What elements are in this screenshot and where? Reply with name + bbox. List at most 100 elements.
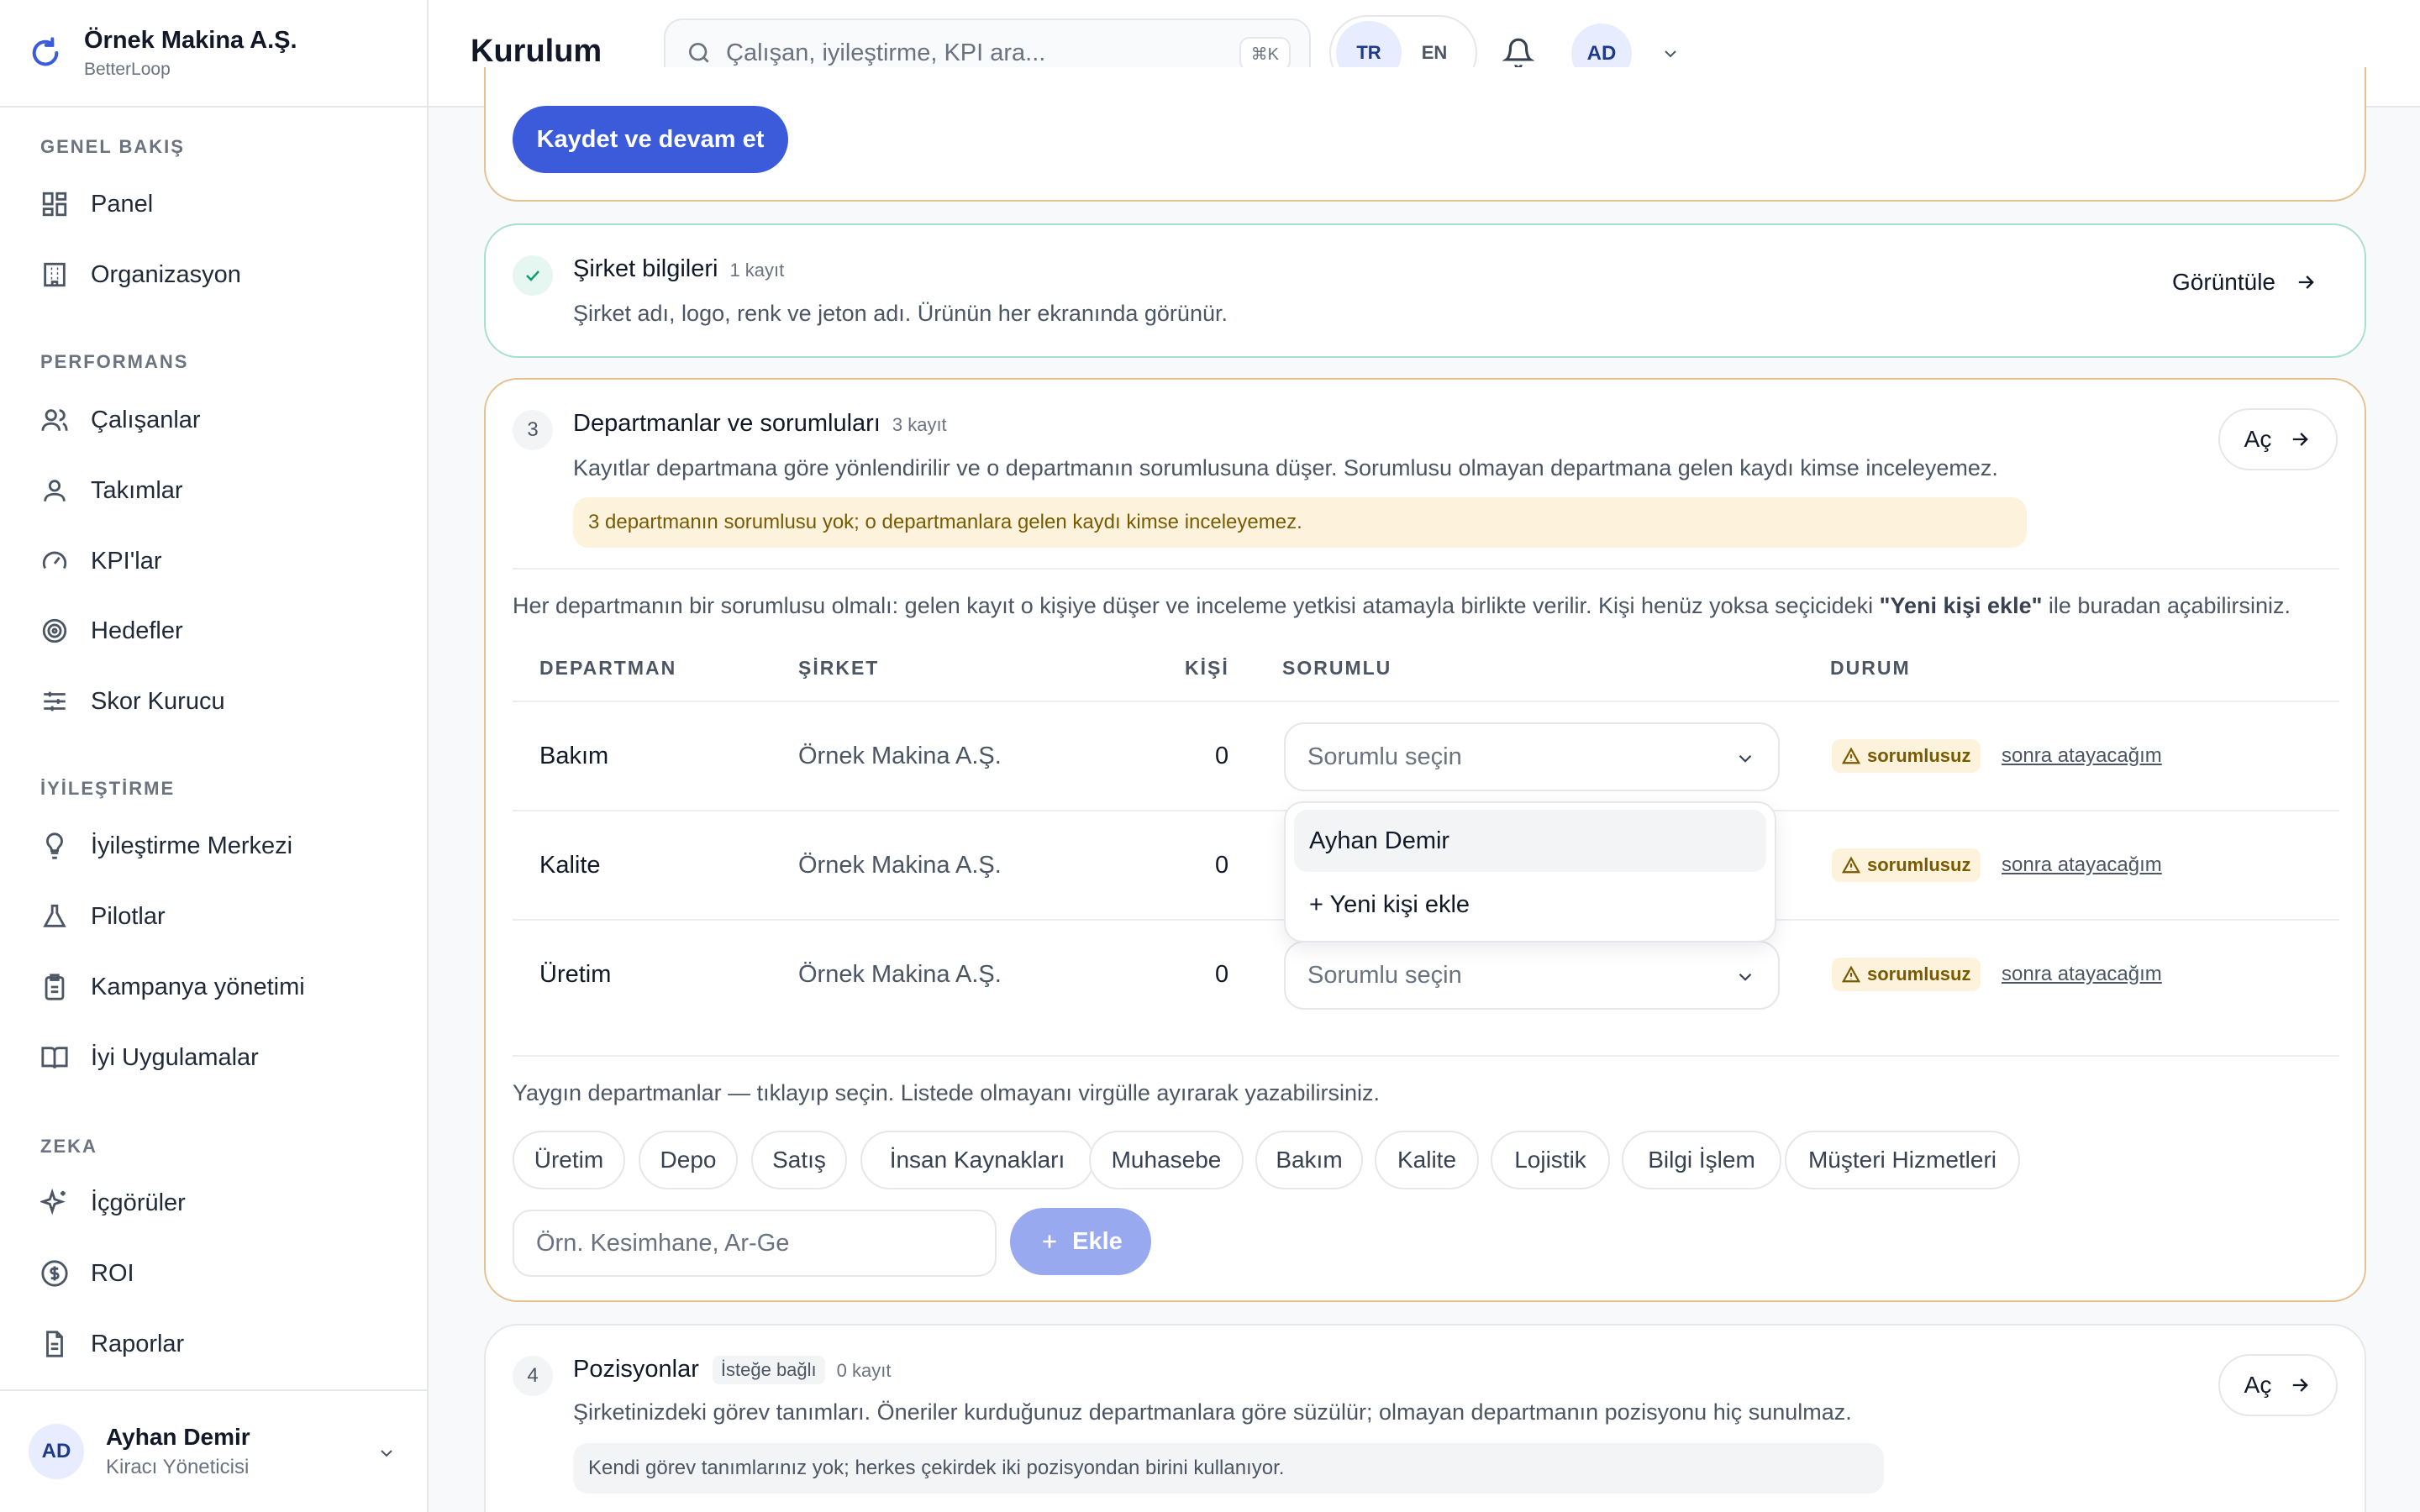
sidebar-item-label: İyi Uygulamalar: [91, 1043, 259, 1071]
sidebar-item-panel[interactable]: Panel: [40, 183, 153, 225]
target-icon: [42, 618, 67, 643]
owner-select[interactable]: Sorumlu seçin: [1284, 941, 1780, 1010]
custom-department-input[interactable]: Örn. Kesimhane, Ar-Ge: [513, 1210, 997, 1277]
chip-department[interactable]: Kalite: [1375, 1131, 1479, 1189]
sidebar-item-insights[interactable]: İçgörüler: [40, 1182, 186, 1224]
open-button[interactable]: Aç: [2218, 1354, 2338, 1416]
user-menu[interactable]: AD Ayhan Demir Kiracı Yöneticisi: [0, 1389, 427, 1512]
search-icon: [689, 43, 709, 63]
dept-company: Örnek Makina A.Ş.: [798, 852, 1002, 879]
sidebar-item-reports[interactable]: Raporlar: [40, 1323, 184, 1365]
sidebar-item-label: İyileştirme Merkezi: [91, 832, 293, 859]
dept-company: Örnek Makina A.Ş.: [798, 743, 1002, 769]
assign-later-link[interactable]: sonra atayacağım: [2002, 963, 2162, 986]
sidebar-item-organization[interactable]: Organizasyon: [40, 254, 241, 296]
sidebar-item-goals[interactable]: Hedefler: [40, 610, 183, 652]
grid-icon: [42, 192, 67, 217]
sidebar-item-kpis[interactable]: KPI'lar: [40, 540, 162, 582]
book-icon: [41, 1047, 68, 1069]
chip-department[interactable]: Müşteri Hizmetleri: [1785, 1131, 2020, 1189]
arrow-right-icon: [2293, 1378, 2309, 1392]
chevron-down-icon: [1739, 754, 1752, 763]
record-count: 3 kayıt: [892, 414, 947, 435]
sidebar-item-teams[interactable]: Takımlar: [40, 470, 183, 512]
sidebar-item-label: Organizasyon: [91, 260, 241, 288]
sidebar-item-label: Çalışanlar: [91, 406, 201, 433]
sidebar-item-improvement-center[interactable]: İyileştirme Merkezi: [40, 825, 292, 867]
column-header: DURUM: [1830, 657, 1911, 679]
owner-select[interactable]: Sorumlu seçin: [1284, 722, 1780, 791]
column-header: SORUMLU: [1282, 657, 1392, 679]
dollar-icon: [41, 1260, 68, 1287]
open-button[interactable]: Aç: [2218, 408, 2338, 470]
warning-banner: 3 departmanın sorumlusu yok; o departman…: [573, 497, 2027, 548]
warning-icon: [1842, 747, 1860, 764]
nav-section-performance: PERFORMANS: [40, 351, 189, 372]
step-number: 3: [513, 410, 553, 450]
card-title: Pozisyonlar İsteğe bağlı 0 kayıt: [573, 1356, 892, 1385]
previous-step-card: Kaydet ve devam et: [484, 67, 2366, 202]
chip-department[interactable]: Satış: [751, 1131, 847, 1189]
chip-department[interactable]: Muhasebe: [1089, 1131, 1244, 1189]
brand[interactable]: Örnek Makina A.Ş. BetterLoop: [0, 0, 427, 108]
sidebar-item-label: KPI'lar: [91, 547, 162, 575]
card-title: Şirket bilgileri 1 kayıt: [573, 255, 784, 283]
help-text-bold: "Yeni kişi ekle": [1879, 593, 2043, 618]
dept-name: Üretim: [539, 961, 612, 988]
shortcut-hint: ⌘K: [1239, 37, 1291, 71]
people-count: 0: [1215, 961, 1229, 988]
card-title-text: Departmanlar ve sorumluları: [573, 410, 881, 437]
check-icon: [513, 255, 553, 296]
card-title: Departmanlar ve sorumluları 3 kayıt: [573, 410, 947, 438]
record-count: 0 kayıt: [836, 1360, 892, 1381]
bell-icon[interactable]: [1502, 37, 1534, 69]
product-name: BetterLoop: [84, 59, 171, 79]
assign-later-link[interactable]: sonra atayacağım: [2002, 744, 2162, 768]
status-label: sorumlusuz: [1867, 745, 1971, 766]
sidebar-item-label: Kampanya yönetimi: [91, 973, 305, 1000]
warning-icon: [1842, 965, 1860, 983]
building-icon: [44, 262, 66, 287]
chip-department[interactable]: İnsan Kaynakları: [860, 1131, 1094, 1189]
save-continue-button[interactable]: Kaydet ve devam et: [513, 106, 788, 173]
sparkles-icon: [40, 1189, 66, 1215]
info-banner: Kendi görev tanımlarınız yok; herkes çek…: [573, 1443, 1884, 1494]
assign-later-link[interactable]: sonra atayacağım: [2002, 853, 2162, 877]
open-label: Aç: [2244, 1372, 2272, 1398]
chip-department[interactable]: Üretim: [513, 1131, 625, 1189]
arrow-right-icon: [2293, 433, 2309, 446]
dept-name: Bakım: [539, 743, 609, 769]
people-count: 0: [1215, 743, 1229, 769]
add-new-person-option[interactable]: + Yeni kişi ekle: [1294, 874, 1766, 936]
view-button[interactable]: Görüntüle: [2172, 269, 2317, 296]
flask-icon: [43, 904, 66, 927]
chip-department[interactable]: Depo: [639, 1131, 738, 1189]
card-title-text: Pozisyonlar: [573, 1356, 699, 1383]
optional-tag: İsteğe bağlı: [712, 1356, 825, 1385]
sidebar-item-pilots[interactable]: Pilotlar: [40, 895, 166, 937]
dropdown-option[interactable]: Ayhan Demir: [1294, 810, 1766, 872]
chevron-down-icon: [381, 1450, 392, 1457]
chip-department[interactable]: Bakım: [1255, 1131, 1363, 1189]
team-icon: [44, 480, 66, 501]
sidebar-item-score-builder[interactable]: Skor Kurucu: [40, 680, 225, 722]
chevron-down-icon[interactable]: [1660, 44, 1681, 64]
sidebar-item-label: Panel: [91, 190, 154, 218]
sidebar-item-best-practices[interactable]: İyi Uygulamalar: [40, 1037, 259, 1079]
sidebar-item-employees[interactable]: Çalışanlar: [40, 399, 201, 441]
sidebar-item-label: Takımlar: [91, 476, 183, 504]
status-label: sorumlusuz: [1867, 854, 1971, 875]
arrow-right-icon: [2298, 276, 2314, 289]
positions-card: 4 Pozisyonlar İsteğe bağlı 0 kayıt Şirketi…: [484, 1324, 2366, 1512]
lightbulb-icon: [46, 832, 63, 859]
card-description: Şirketinizdeki görev tanımları. Öneriler…: [573, 1399, 1852, 1425]
status-badge: sorumlusuz: [1832, 739, 1981, 773]
sidebar-item-label: Pilotlar: [91, 902, 166, 930]
sidebar-item-roi[interactable]: ROI: [40, 1252, 134, 1294]
divider: [513, 568, 2339, 570]
card-description: Şirket adı, logo, renk ve jeton adı. Ürü…: [573, 301, 1228, 326]
chip-department[interactable]: Bilgi İşlem: [1622, 1131, 1781, 1189]
chip-department[interactable]: Lojistik: [1491, 1131, 1610, 1189]
add-department-button[interactable]: Ekle: [1010, 1208, 1151, 1275]
sidebar-item-campaigns[interactable]: Kampanya yönetimi: [40, 966, 305, 1008]
